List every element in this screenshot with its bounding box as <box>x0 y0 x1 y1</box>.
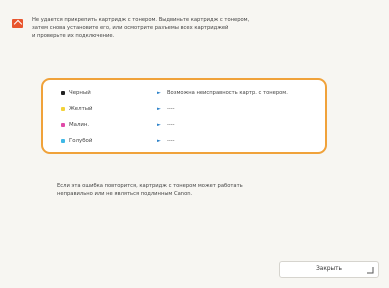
close-button-label: Закрыть <box>316 266 342 272</box>
toner-color-name: Голубой <box>69 138 93 144</box>
arrow-right-icon: ► <box>157 122 161 128</box>
yellow-color-square-icon <box>61 107 65 111</box>
toner-status-panel: Черный ► Возможна неисправность картр. с… <box>41 78 327 154</box>
toner-status-text: ---- <box>167 138 175 144</box>
toner-row-yellow: Желтый ► ---- <box>43 104 325 114</box>
error-message-line: Не удается прикрепить картридж с тонером… <box>32 17 250 23</box>
toner-status-text: ---- <box>167 106 175 112</box>
toner-row-black: Черный ► Возможна неисправность картр. с… <box>43 88 325 98</box>
magenta-color-square-icon <box>61 123 65 127</box>
error-icon <box>12 19 23 28</box>
error-message: Не удается прикрепить картридж с тонером… <box>32 16 352 41</box>
toner-row-cyan: Голубой ► ---- <box>43 136 325 146</box>
black-color-square-icon <box>61 91 65 95</box>
enter-corner-icon <box>367 267 374 274</box>
recurring-error-note: Если эта ошибка повторится, картридж с т… <box>57 182 297 198</box>
note-line: Если эта ошибка повторится, картридж с т… <box>57 183 243 189</box>
toner-row-magenta: Малин. ► ---- <box>43 120 325 130</box>
toner-color-name: Желтый <box>69 106 93 112</box>
cyan-color-square-icon <box>61 139 65 143</box>
error-message-line: затем снова установите его, или осмотрит… <box>32 25 229 32</box>
arrow-right-icon: ► <box>157 138 161 144</box>
toner-status-text: Возможна неисправность картр. с тонером. <box>167 90 288 96</box>
arrow-right-icon: ► <box>157 106 161 112</box>
note-line: неправильно или не являться подлинным Ca… <box>57 191 193 198</box>
close-button[interactable]: Закрыть <box>279 261 379 278</box>
toner-status-text: ---- <box>167 122 175 128</box>
toner-color-name: Малин. <box>69 122 90 128</box>
toner-error-screen: Не удается прикрепить картридж с тонером… <box>0 0 389 288</box>
toner-color-name: Черный <box>69 90 91 96</box>
arrow-right-icon: ► <box>157 90 161 96</box>
error-message-line: и проверьте их подключение. <box>32 33 115 40</box>
